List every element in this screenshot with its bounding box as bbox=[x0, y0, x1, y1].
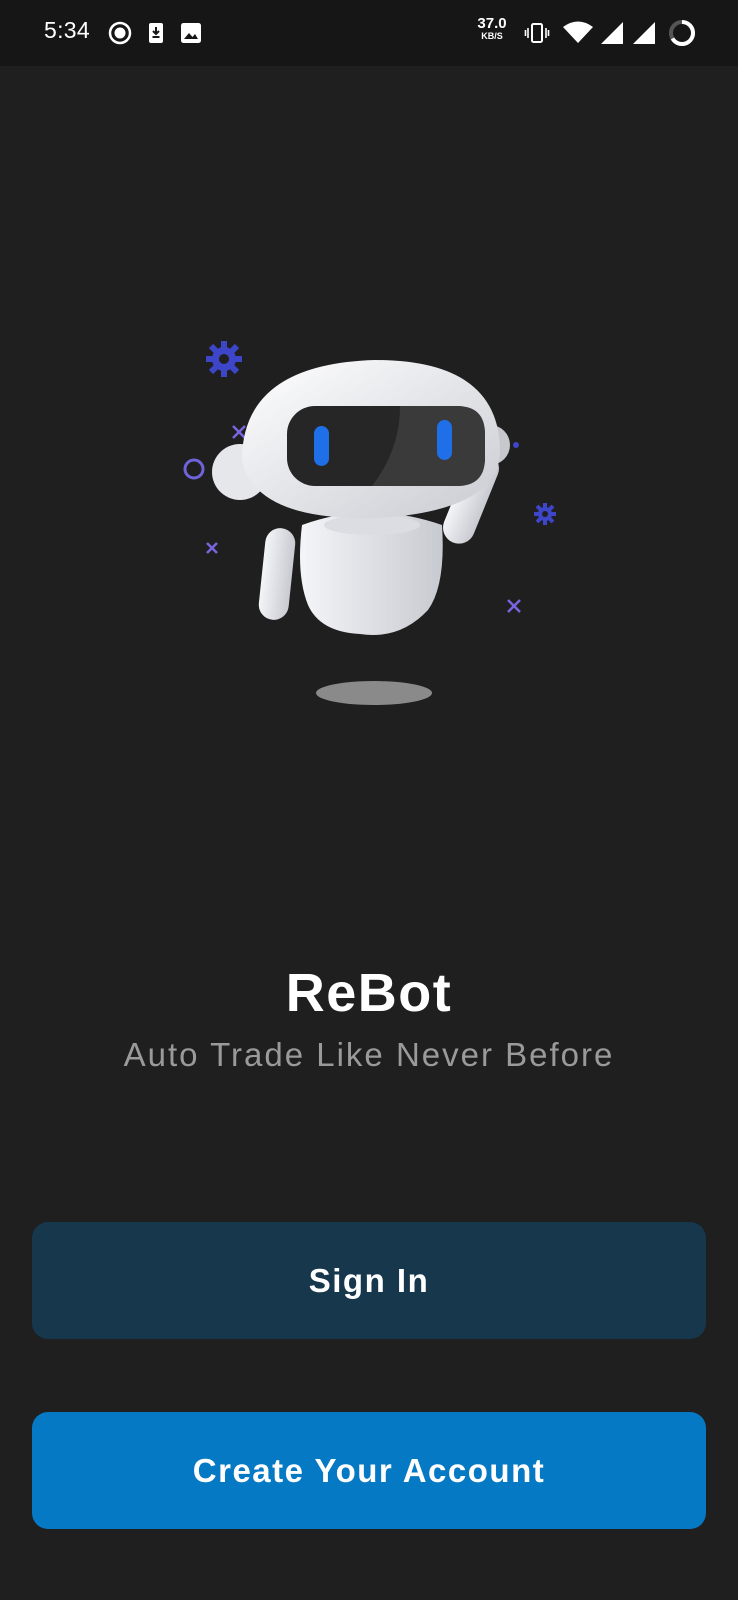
status-bar: 5:34 37.0 KB/S bbox=[0, 0, 738, 66]
robot-shadow bbox=[316, 681, 432, 705]
robot-illustration bbox=[183, 341, 556, 705]
network-speed: 37.0 KB/S bbox=[470, 16, 514, 41]
circle-decoration bbox=[183, 458, 205, 480]
app-title: ReBot bbox=[285, 963, 453, 1023]
download-icon bbox=[149, 23, 163, 43]
signal-icon bbox=[601, 22, 623, 44]
signal-icon bbox=[633, 22, 655, 44]
sign-in-button[interactable]: Sign In bbox=[32, 1222, 706, 1339]
dot-decoration bbox=[513, 442, 519, 448]
robot-left-arm bbox=[258, 528, 296, 620]
wifi-icon bbox=[563, 21, 593, 43]
sign-in-label: Sign In bbox=[308, 1261, 430, 1299]
welcome-screen: 5:34 37.0 KB/S ReBot Auto Trade Like Nev… bbox=[0, 0, 738, 1600]
record-icon bbox=[108, 21, 132, 45]
battery-icon bbox=[669, 19, 695, 46]
robot-left-eye bbox=[314, 426, 329, 466]
create-account-label: Create Your Account bbox=[192, 1451, 546, 1489]
network-speed-value: 37.0 bbox=[477, 15, 507, 32]
robot-right-eye bbox=[437, 420, 452, 460]
create-account-button[interactable]: Create Your Account bbox=[32, 1412, 706, 1529]
network-speed-unit: KB/S bbox=[481, 31, 503, 41]
app-tagline: Auto Trade Like Never Before bbox=[123, 1036, 615, 1073]
status-time: 5:34 bbox=[44, 17, 90, 43]
vibrate-icon bbox=[524, 23, 550, 43]
gear-icon bbox=[534, 503, 556, 525]
image-icon bbox=[181, 23, 201, 43]
gear-icon bbox=[206, 341, 242, 377]
